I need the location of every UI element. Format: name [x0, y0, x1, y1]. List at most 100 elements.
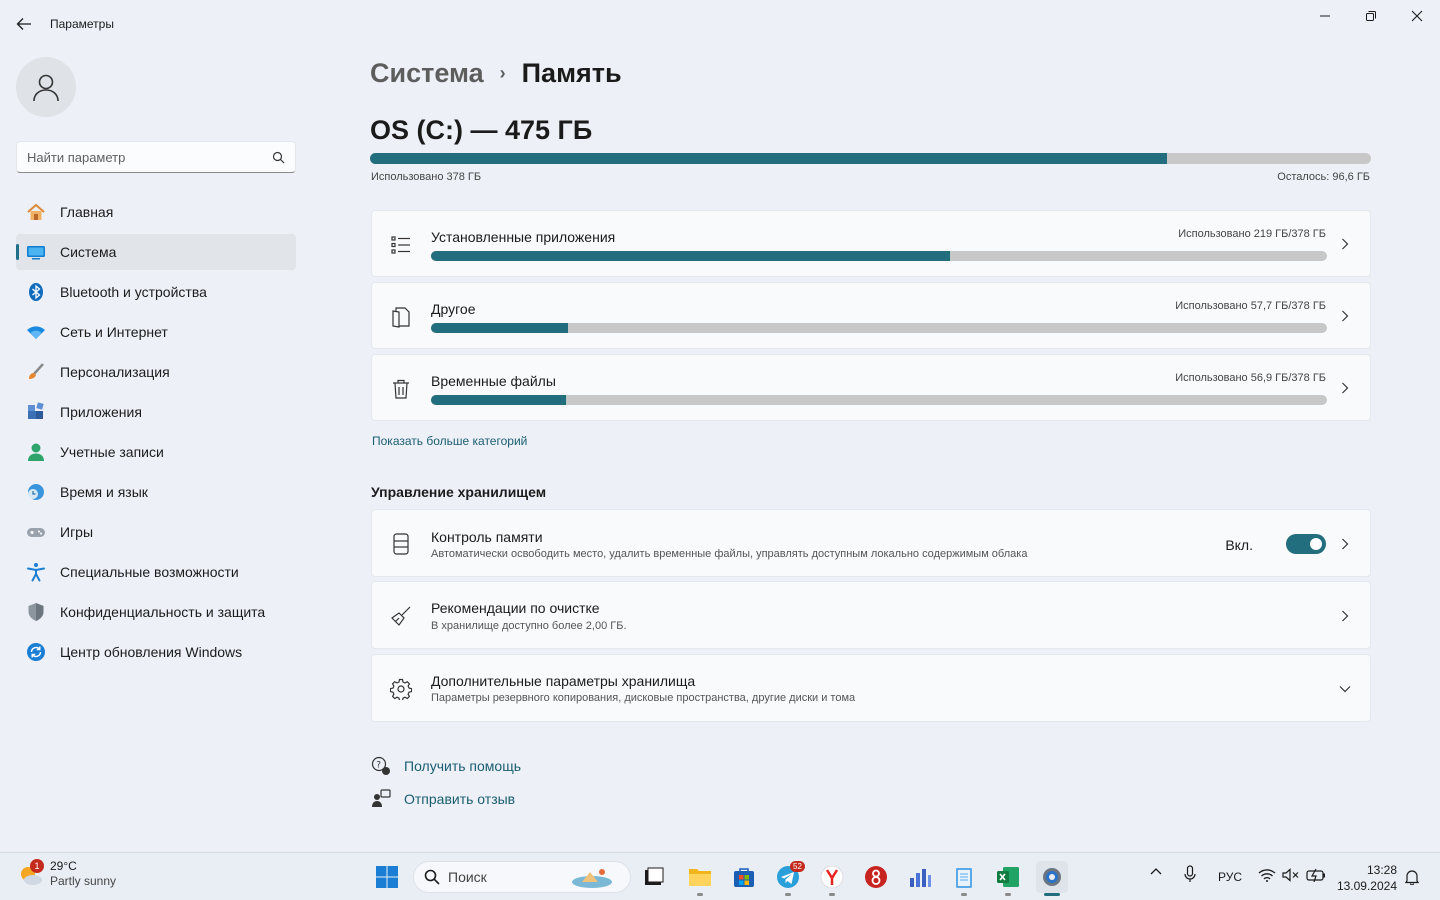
- back-button[interactable]: [10, 12, 38, 36]
- trash-icon: [390, 378, 412, 400]
- storage-sense-toggle[interactable]: [1286, 534, 1326, 554]
- sidebar-item-personalization[interactable]: Персонализация: [16, 354, 296, 390]
- sidebar-item-label: Учетные записи: [60, 444, 164, 460]
- battery-charging-icon: [1306, 868, 1325, 882]
- clock[interactable]: 13:28 13.09.2024: [1337, 862, 1397, 894]
- store-icon: [734, 868, 754, 887]
- category-usage: Использовано 219 ГБ/378 ГБ: [1178, 228, 1326, 240]
- excel-app[interactable]: [992, 861, 1024, 896]
- microphone-button[interactable]: [1184, 865, 1196, 883]
- home-icon: [26, 202, 46, 222]
- quick-settings-button[interactable]: [1258, 868, 1326, 882]
- storage-sense-icon: [390, 533, 412, 555]
- chevron-right-icon: [1338, 537, 1352, 551]
- card-subtitle: В хранилище доступно более 2,00 ГБ.: [431, 620, 627, 632]
- bell-icon: [1405, 870, 1419, 885]
- drive-title: OS (C:) — 475 ГБ: [370, 115, 593, 145]
- notepad-icon: [956, 868, 972, 888]
- maximize-button[interactable]: [1348, 0, 1394, 32]
- settings-search-input[interactable]: [27, 149, 272, 165]
- running-indicator: [829, 893, 835, 896]
- sidebar-item-label: Центр обновления Windows: [60, 644, 243, 660]
- toggle-knob: [1310, 538, 1322, 550]
- sidebar-item-accounts[interactable]: Учетные записи: [16, 434, 296, 470]
- task-view-icon: [645, 867, 664, 885]
- card-subtitle: Автоматически освободить место, удалить …: [431, 548, 1028, 560]
- chevron-right-icon: [1338, 609, 1352, 623]
- get-help-link[interactable]: ? Получить помощь: [370, 756, 521, 776]
- show-hidden-icons-button[interactable]: [1150, 867, 1162, 875]
- chevron-down-icon: [1338, 682, 1352, 696]
- sidebar-item-gaming[interactable]: Игры: [16, 514, 296, 550]
- notepad-app[interactable]: [948, 861, 980, 896]
- sidebar-item-apps[interactable]: Приложения: [16, 394, 296, 430]
- sidebar-item-label: Главная: [60, 204, 114, 220]
- red-app[interactable]: [860, 861, 892, 893]
- settings-search-box[interactable]: [16, 141, 296, 173]
- file-explorer-app[interactable]: [684, 861, 716, 896]
- sidebar-item-system[interactable]: Система: [16, 234, 296, 270]
- time-language-icon: [26, 482, 46, 502]
- microsoft-store-app[interactable]: [728, 861, 760, 893]
- brush-icon: [26, 362, 46, 382]
- sidebar-item-windows-update[interactable]: Центр обновления Windows: [16, 634, 296, 670]
- breadcrumb-parent[interactable]: Система: [370, 58, 484, 89]
- taskbar-search-input[interactable]: [448, 869, 568, 885]
- running-indicator: [697, 893, 703, 896]
- storage-sense-card[interactable]: Контроль памяти Автоматически освободить…: [371, 509, 1371, 577]
- category-usage: Использовано 56,9 ГБ/378 ГБ: [1175, 372, 1326, 384]
- category-temp-files[interactable]: Временные файлы Использовано 56,9 ГБ/378…: [371, 354, 1371, 421]
- gamepad-icon: [26, 522, 46, 542]
- running-indicator: [1005, 893, 1011, 896]
- apps-icon: [26, 402, 46, 422]
- task-view-button[interactable]: [638, 861, 670, 893]
- card-title: Дополнительные параметры хранилища: [431, 673, 696, 689]
- category-title: Установленные приложения: [431, 229, 616, 245]
- advanced-storage-settings-card[interactable]: Дополнительные параметры хранилища Парам…: [371, 654, 1371, 722]
- sidebar-item-label: Специальные возможности: [60, 564, 239, 580]
- breadcrumb-separator: ›: [499, 63, 506, 83]
- sidebar-item-accessibility[interactable]: Специальные возможности: [16, 554, 296, 590]
- user-icon: [33, 74, 59, 102]
- app-title: Параметры: [50, 17, 114, 31]
- telegram-badge: 52: [790, 861, 805, 872]
- document-icon: [390, 306, 412, 328]
- gear-icon: [390, 678, 412, 700]
- red-app-icon: [865, 866, 887, 888]
- taskbar-search[interactable]: [413, 861, 631, 893]
- notifications-button[interactable]: [1405, 869, 1419, 885]
- category-other[interactable]: Другое Использовано 57,7 ГБ/378 ГБ: [371, 282, 1371, 349]
- send-feedback-link[interactable]: Отправить отзыв: [370, 789, 515, 809]
- weather-widget[interactable]: 1 29°C Partly sunny: [18, 859, 116, 889]
- close-button[interactable]: [1394, 0, 1440, 32]
- svg-text:?: ?: [376, 761, 381, 771]
- chevron-up-icon: [1150, 868, 1162, 875]
- telegram-app[interactable]: 52: [772, 861, 805, 896]
- start-button[interactable]: [371, 861, 403, 893]
- category-installed-apps[interactable]: Установленные приложения Использовано 21…: [371, 210, 1371, 277]
- category-usage-fill: [431, 395, 567, 405]
- cleanup-recommendations-card[interactable]: Рекомендации по очистке В хранилище дост…: [371, 581, 1371, 649]
- sidebar-item-label: Bluetooth и устройства: [60, 284, 207, 300]
- yandex-browser-app[interactable]: [816, 861, 848, 896]
- settings-app[interactable]: [1036, 861, 1068, 896]
- toggle-state-label: Вкл.: [1225, 537, 1253, 553]
- chart-app[interactable]: [904, 861, 936, 893]
- language-indicator[interactable]: РУС: [1218, 870, 1242, 884]
- weather-condition: Partly sunny: [50, 874, 117, 888]
- minimize-button[interactable]: [1302, 0, 1348, 32]
- sidebar-item-network[interactable]: Сеть и Интернет: [16, 314, 296, 350]
- sidebar-item-time-language[interactable]: Время и язык: [16, 474, 296, 510]
- sidebar-item-privacy[interactable]: Конфиденциальность и защита: [16, 594, 296, 630]
- windows-logo-icon: [376, 866, 398, 888]
- user-avatar[interactable]: [16, 57, 76, 117]
- sidebar-item-bluetooth[interactable]: Bluetooth и устройства: [16, 274, 296, 310]
- chevron-right-icon: [1338, 309, 1352, 323]
- back-arrow-icon: [16, 18, 31, 30]
- show-more-categories-link[interactable]: Показать больше категорий: [372, 434, 527, 448]
- sidebar-item-home[interactable]: Главная: [16, 194, 296, 230]
- update-icon: [26, 642, 46, 662]
- send-feedback-label: Отправить отзыв: [404, 791, 516, 807]
- taskbar: 1 29°C Partly sunny 52: [0, 852, 1440, 900]
- search-highlight-icon: [572, 869, 612, 888]
